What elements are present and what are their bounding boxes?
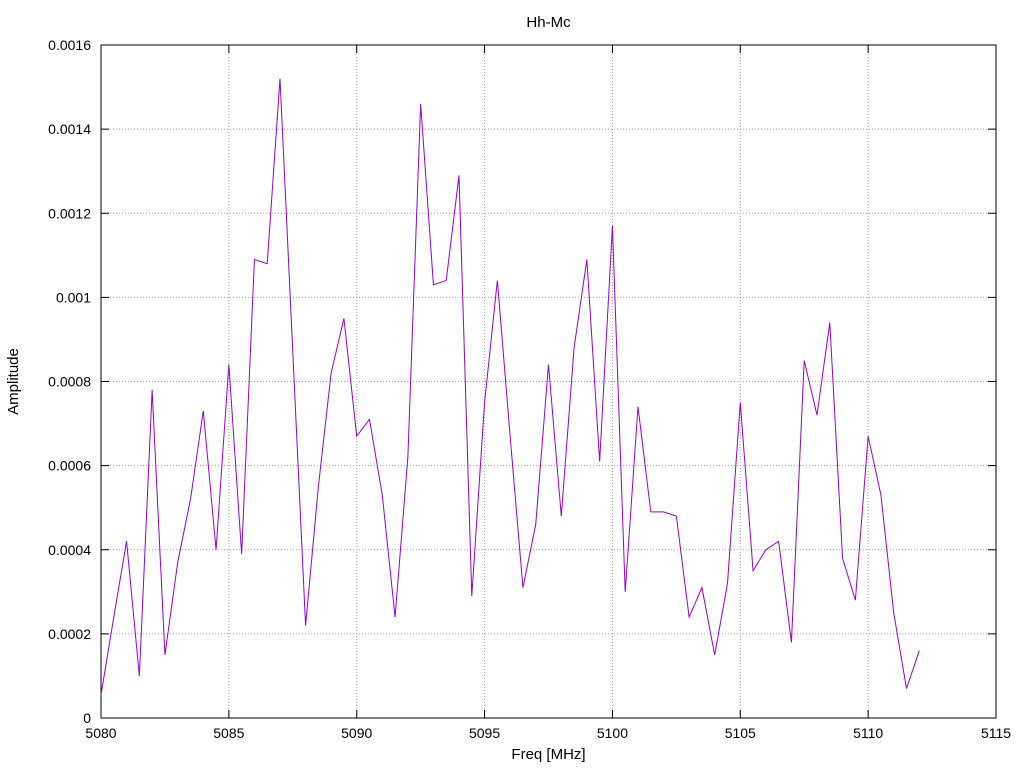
x-tick-label: 5095 bbox=[469, 725, 500, 741]
y-tick-label: 0 bbox=[83, 710, 91, 726]
x-tick-label: 5115 bbox=[981, 725, 1011, 741]
y-tick-labels: 0 0.0002 0.0004 0.0006 0.0008 0.001 0.0012 0.00… bbox=[48, 37, 91, 726]
y-tick-label: 0.0014 bbox=[48, 121, 91, 137]
x-tick-label: 5105 bbox=[725, 725, 756, 741]
y-tick-label: 0.001 bbox=[56, 289, 91, 305]
y-tick-label: 0.0006 bbox=[48, 458, 91, 474]
x-tick-label: 5100 bbox=[597, 725, 628, 741]
x-tick-labels: 5080 5085 5090 5095 5100 5105 5110 5115 bbox=[85, 725, 1011, 741]
y-tick-label: 0.0008 bbox=[48, 374, 91, 390]
x-tick-label: 5085 bbox=[213, 725, 244, 741]
x-axis-title: Freq [MHz] bbox=[511, 746, 585, 763]
y-tick-label: 0.0002 bbox=[48, 626, 91, 642]
x-tick-label: 5080 bbox=[85, 725, 116, 741]
y-tick-label: 0.0016 bbox=[48, 37, 91, 53]
y-tick-label: 0.0004 bbox=[48, 542, 91, 558]
y-axis-title: Amplitude bbox=[5, 348, 22, 415]
x-tick-label: 5110 bbox=[853, 725, 883, 741]
chart-title: Hh-Mc bbox=[526, 14, 571, 31]
x-tick-label: 5090 bbox=[341, 725, 372, 741]
line-chart: 5080 5085 5090 5095 5100 5105 5110 5115 0 0.0002… bbox=[5, 14, 1011, 763]
grid bbox=[101, 45, 996, 718]
series-line bbox=[100, 78, 920, 695]
y-tick-label: 0.0012 bbox=[48, 205, 91, 221]
